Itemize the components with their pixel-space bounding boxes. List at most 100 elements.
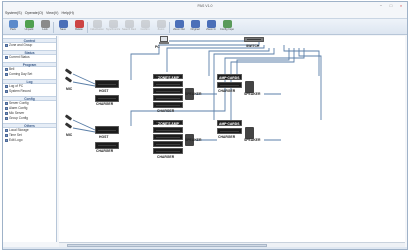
confirm-icon: [140, 20, 150, 28]
pc-icon[interactable]: [159, 36, 169, 45]
toolbar-label: Save: [60, 28, 66, 31]
toolbar-label: Config Import: [220, 28, 234, 31]
zone-amp-device[interactable]: [153, 88, 183, 94]
minimize-icon[interactable]: −: [377, 3, 385, 8]
amp-cards-label: AMP CARDS: [219, 76, 240, 80]
zone-amp-device[interactable]: [153, 148, 183, 154]
toolbar-label: Lock: [42, 28, 48, 31]
switch-device[interactable]: [244, 37, 264, 42]
sidebar-item-label: System Record: [9, 89, 31, 93]
lock-button[interactable]: Lock: [38, 20, 52, 35]
switch-label: SWITCH: [246, 44, 260, 48]
toolbar-label: Delete: [75, 28, 83, 31]
sidebar-item-icon: [5, 139, 8, 142]
speaker-label: SPEAKER: [244, 138, 261, 142]
amp-cards-device[interactable]: [217, 128, 242, 134]
sidebar-item[interactable]: Coming Day Set: [3, 72, 56, 77]
topology-canvas[interactable]: PC SWITCH MIC HOST CHARGER MIC HOST CHAR…: [59, 36, 405, 242]
zone-amp-device[interactable]: [153, 95, 183, 101]
title-bar: PAS V1.0 − □ ×: [3, 2, 407, 10]
toolbar-label: Initialization: [90, 28, 104, 31]
speaker-label: SPEAKER: [244, 92, 261, 96]
host-device[interactable]: [95, 126, 119, 134]
toolbar-label: Confirm: [140, 28, 150, 31]
sidebar-item-icon: [5, 85, 8, 88]
sidebar-item[interactable]: Edit Logo: [3, 138, 56, 143]
save-icon: [58, 20, 68, 28]
menu-operate[interactable]: Operate(O): [25, 11, 43, 16]
sidebar-item-icon: [5, 134, 8, 137]
sidebar-item-label: Current Status: [9, 55, 30, 59]
sidebar-item-label: Zone and Group: [9, 43, 33, 47]
sidebar-item-label: Coming Day Set: [9, 72, 33, 76]
menu-view[interactable]: View(V): [46, 11, 59, 16]
original-icon: [190, 20, 200, 28]
delete-icon: [74, 20, 84, 28]
toolbar-label: Zoom: [157, 28, 165, 31]
zone-amp-device[interactable]: [153, 102, 183, 108]
zone-amp-device[interactable]: [153, 134, 183, 140]
toolbar-label: Synchronize: [106, 28, 120, 31]
config-import-button[interactable]: Config Import: [220, 20, 234, 35]
save-button[interactable]: Save: [56, 20, 70, 35]
window-controls: − □ ×: [377, 3, 405, 8]
zone-amp-label: ZONE'S AMP: [158, 122, 179, 126]
sidebar-item[interactable]: System Record: [3, 89, 56, 94]
confirm-button: Confirm: [138, 20, 152, 35]
toolbar-label: Zoom In: [206, 28, 216, 31]
sidebar-item-icon: [5, 90, 8, 93]
menu-bar: System(S) Operate(O) View(V) Help(H): [5, 11, 74, 16]
connection-lines: [72, 40, 322, 141]
sidebar-item-icon: [5, 102, 8, 105]
charger-device[interactable]: [95, 142, 119, 149]
search-device-icon: [124, 20, 134, 28]
sidebar-item-icon: [5, 44, 8, 47]
sidebar-item-label: Group Config: [9, 116, 28, 120]
charger-label: CHARGER: [218, 89, 236, 93]
lock-icon: [40, 20, 50, 28]
zoom-icon: [156, 20, 166, 28]
zoom-out-button[interactable]: Zoom Out: [172, 20, 186, 35]
sidebar-item[interactable]: Current Status: [3, 55, 56, 60]
toolbar-label: Search Device: [122, 28, 136, 31]
sidebar-item[interactable]: Group Config: [3, 116, 56, 121]
sidebar-item-icon: [5, 117, 8, 120]
sidebar-item-icon: [5, 56, 8, 59]
pc-label: PC: [155, 45, 160, 49]
charger-device[interactable]: [95, 95, 119, 102]
zone-amp-device[interactable]: [153, 81, 183, 87]
mic-label: MIC: [66, 87, 73, 91]
zoom-button: Zoom: [154, 20, 168, 35]
host-label: HOST: [99, 135, 109, 139]
maximize-icon[interactable]: □: [387, 3, 395, 8]
window-title: PAS V1.0: [197, 4, 213, 8]
sidebar-item[interactable]: Zone and Group: [3, 43, 56, 48]
app-window: PAS V1.0 − □ × System(S) Operate(O) View…: [2, 1, 408, 250]
toolbar-label: Unpack: [24, 28, 34, 31]
sidebar-item-icon: [5, 68, 8, 71]
sync-button: Synchronize: [106, 20, 120, 35]
unpack-button[interactable]: Unpack: [22, 20, 36, 35]
init-icon: [92, 20, 102, 28]
amp-cards-label: AMP CARDS: [219, 122, 240, 126]
menu-system[interactable]: System(S): [5, 11, 22, 16]
toolbar-label: Pack: [10, 28, 16, 31]
zone-amp-device[interactable]: [153, 141, 183, 147]
zoom-in-button[interactable]: Zoom In: [204, 20, 218, 35]
pack-icon: [8, 20, 18, 28]
amp-cards-device[interactable]: [217, 82, 242, 88]
close-icon[interactable]: ×: [397, 3, 405, 8]
charger-label: CHARGER: [157, 109, 175, 113]
toolbar-separator: [169, 22, 170, 33]
toolbar-label: Original: [190, 28, 200, 31]
host-device[interactable]: [95, 80, 119, 88]
sidebar-item-icon: [5, 107, 8, 110]
menu-help[interactable]: Help(H): [61, 11, 73, 16]
pack-button[interactable]: Pack: [6, 20, 20, 35]
original-button[interactable]: Original: [188, 20, 202, 35]
zone-amp-label: ZONE'S AMP: [158, 76, 179, 80]
delete-button[interactable]: Delete: [72, 20, 86, 35]
init-button: Initialization: [90, 20, 104, 35]
charger-label: CHARGER: [96, 102, 114, 106]
zone-amp-device[interactable]: [153, 127, 183, 133]
